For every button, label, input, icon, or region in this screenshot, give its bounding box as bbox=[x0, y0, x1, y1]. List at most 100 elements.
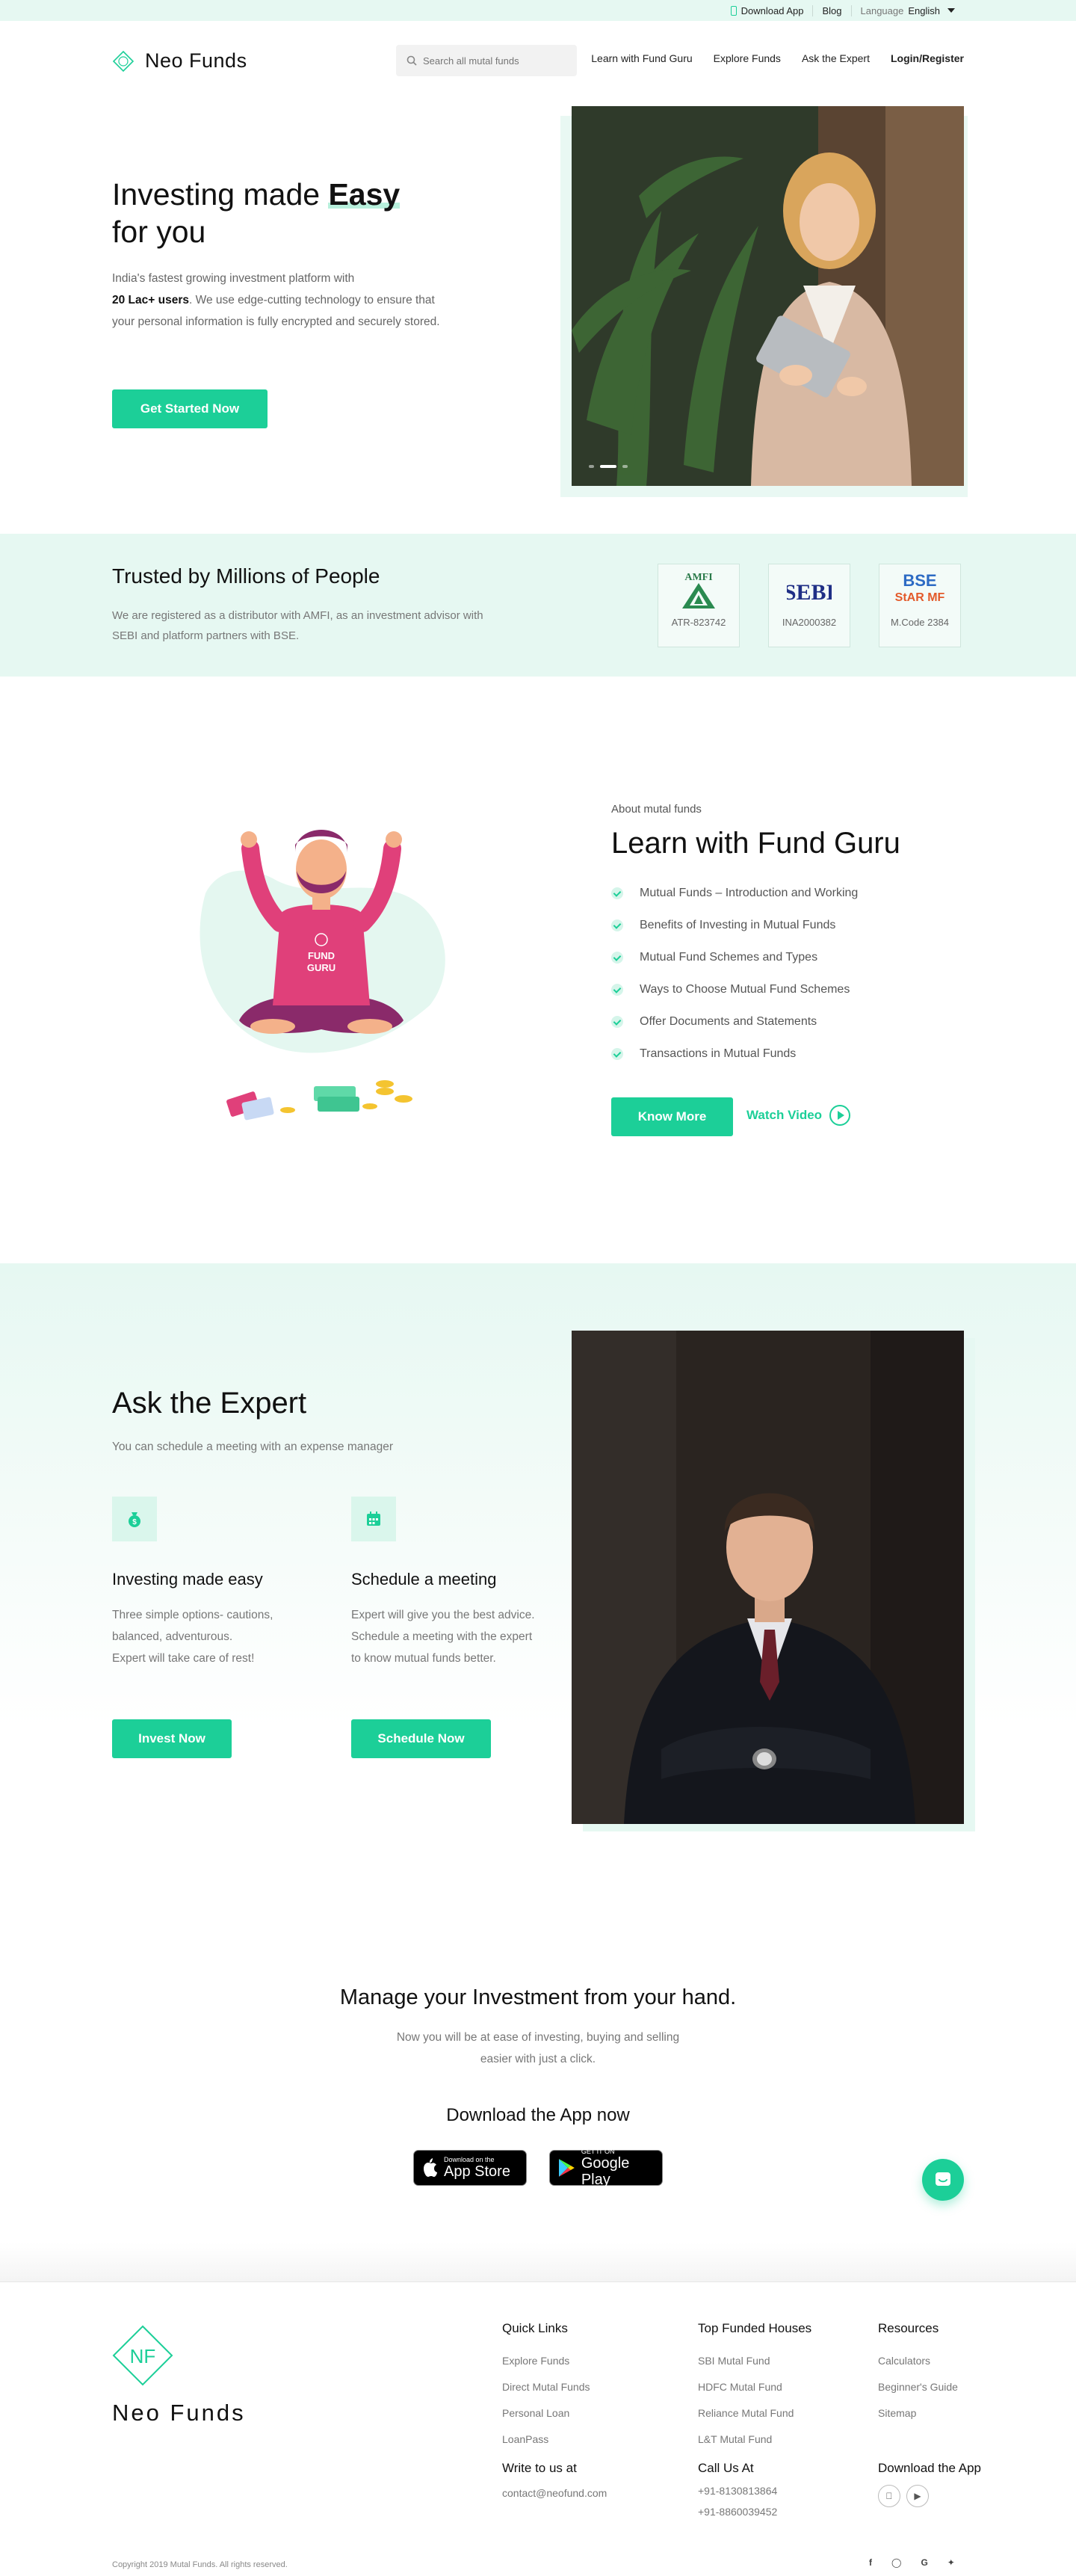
sebi-logo-icon: SEBI bbox=[787, 580, 832, 605]
expert-subtitle: You can schedule a meeting with an expen… bbox=[112, 1440, 393, 1453]
instagram-icon[interactable]: ◯ bbox=[891, 2557, 901, 2568]
watch-video-button[interactable]: Watch Video bbox=[746, 1105, 851, 1126]
footer-link[interactable]: Direct Mutal Funds bbox=[502, 2374, 590, 2400]
search-input[interactable] bbox=[423, 55, 565, 67]
amfi-logo-icon: AMFI bbox=[682, 572, 715, 608]
trusted-title: Trusted by Millions of People bbox=[112, 564, 380, 588]
hero-title: Investing made Easy for you bbox=[112, 177, 401, 249]
nav-learn-fund-guru[interactable]: Learn with Fund Guru bbox=[591, 52, 692, 64]
footer-phone-link[interactable]: +91-8130813864 bbox=[698, 2480, 777, 2501]
footer-divider-band bbox=[0, 2243, 1076, 2281]
svg-text:FUND: FUND bbox=[308, 950, 335, 961]
sebi-badge: SEBI INA2000382 bbox=[768, 564, 850, 647]
nav-login-register[interactable]: Login/Register bbox=[891, 52, 964, 64]
chat-icon bbox=[936, 2172, 950, 2186]
svg-text:NF: NF bbox=[130, 2345, 156, 2367]
guru-title: Learn with Fund Guru bbox=[611, 827, 900, 860]
site-header: Neo Funds Learn with Fund Guru Explore F… bbox=[0, 21, 1076, 103]
search-box[interactable] bbox=[396, 45, 577, 76]
carousel-dot-active[interactable] bbox=[600, 465, 616, 468]
facebook-icon[interactable]: f bbox=[869, 2557, 872, 2568]
footer-link[interactable]: Reliance Mutal Fund bbox=[698, 2400, 811, 2426]
footer-link[interactable]: LoanPass bbox=[502, 2426, 590, 2453]
money-bag-icon: $ bbox=[129, 1512, 140, 1527]
carousel-dot[interactable] bbox=[622, 465, 628, 468]
get-started-button[interactable]: Get Started Now bbox=[112, 389, 268, 428]
check-icon bbox=[611, 887, 623, 899]
list-item[interactable]: Transactions in Mutual Funds bbox=[611, 1038, 858, 1070]
calendar-icon-box bbox=[351, 1497, 396, 1541]
footer-link[interactable]: Explore Funds bbox=[502, 2348, 590, 2374]
google-icon[interactable]: G bbox=[921, 2557, 927, 2568]
footer-link[interactable]: Beginner's Guide bbox=[878, 2374, 958, 2400]
footer-link[interactable]: Calculators bbox=[878, 2348, 958, 2374]
footer-link[interactable]: Personal Loan bbox=[502, 2400, 590, 2426]
brand-name: Neo Funds bbox=[145, 49, 247, 72]
check-icon bbox=[611, 951, 623, 964]
brand-logo[interactable]: Neo Funds bbox=[112, 49, 247, 73]
twitter-icon[interactable]: ✦ bbox=[947, 2557, 955, 2568]
apple-icon[interactable]:  bbox=[878, 2485, 900, 2507]
footer-link[interactable]: Sitemap bbox=[878, 2400, 958, 2426]
footer-resources: Resources Calculators Beginner's Guide S… bbox=[878, 2321, 958, 2426]
know-more-button[interactable]: Know More bbox=[611, 1097, 733, 1136]
feature-schedule-title: Schedule a meeting bbox=[351, 1570, 497, 1589]
footer-email-link[interactable]: contact@neofund.com bbox=[502, 2480, 607, 2506]
download-app-link[interactable]: Download App bbox=[722, 4, 814, 16]
hero-description: India's fastest growing investment platf… bbox=[112, 272, 440, 328]
schedule-now-button[interactable]: Schedule Now bbox=[351, 1719, 491, 1758]
app-section-title: Manage your Investment from your hand. bbox=[339, 1985, 737, 2009]
google-play-button[interactable]: GET IT ON Google Play bbox=[549, 2148, 663, 2188]
list-item[interactable]: Ways to Choose Mutual Fund Schemes bbox=[611, 973, 858, 1005]
trusted-section: Trusted by Millions of People We are reg… bbox=[0, 534, 1076, 677]
language-selector[interactable]: Language English bbox=[852, 5, 964, 16]
apple-icon bbox=[424, 2158, 437, 2177]
list-item[interactable]: Offer Documents and Statements bbox=[611, 1005, 858, 1038]
list-item[interactable]: Mutual Funds – Introduction and Working bbox=[611, 877, 858, 909]
footer-link[interactable]: HDFC Mutal Fund bbox=[698, 2374, 811, 2400]
main-nav: Learn with Fund Guru Explore Funds Ask t… bbox=[591, 52, 964, 64]
check-icon bbox=[611, 1015, 623, 1028]
carousel-dot[interactable] bbox=[589, 465, 594, 468]
play-icon bbox=[829, 1105, 851, 1126]
bse-badge: BSE StAR MF M.Code 2384 bbox=[879, 564, 961, 647]
nav-ask-expert[interactable]: Ask the Expert bbox=[802, 52, 870, 64]
bse-code: M.Code 2384 bbox=[890, 617, 950, 628]
google-play-icon[interactable]: ▶ bbox=[906, 2485, 929, 2507]
check-icon bbox=[611, 919, 623, 931]
blog-link[interactable]: Blog bbox=[813, 4, 852, 16]
check-icon bbox=[611, 983, 623, 996]
calendar-icon bbox=[367, 1512, 380, 1526]
chevron-down-icon bbox=[947, 8, 955, 13]
footer-link[interactable]: SBI Mutal Fund bbox=[698, 2348, 811, 2374]
footer-logo[interactable]: NF bbox=[112, 2325, 173, 2390]
svg-text:$: $ bbox=[132, 1518, 137, 1526]
footer-link[interactable]: L&T Mutal Fund bbox=[698, 2426, 811, 2453]
chat-support-button[interactable] bbox=[922, 2159, 964, 2201]
svg-text:BSE: BSE bbox=[903, 571, 936, 590]
check-icon bbox=[611, 1047, 623, 1060]
google-play-icon bbox=[558, 2159, 575, 2177]
feature-investing-desc: Three simple options- cautions, balanced… bbox=[112, 1609, 273, 1665]
hero-title-emphasis: Easy bbox=[328, 177, 401, 212]
expert-photo-illustration bbox=[572, 1331, 964, 1824]
footer-write-to-us: Write to us at contact@neofund.com bbox=[502, 2461, 607, 2506]
amfi-code: ATR-823742 bbox=[671, 617, 726, 628]
neo-funds-logo-icon bbox=[112, 50, 134, 72]
trusted-description: We are registered as a distributor with … bbox=[112, 609, 483, 642]
svg-text:AMFI: AMFI bbox=[684, 572, 712, 583]
footer-phone-link[interactable]: +91-8860039452 bbox=[698, 2501, 777, 2522]
nav-explore-funds[interactable]: Explore Funds bbox=[714, 52, 781, 64]
guru-topic-list: Mutual Funds – Introduction and Working … bbox=[611, 877, 858, 1070]
list-item[interactable]: Mutual Fund Schemes and Types bbox=[611, 941, 858, 973]
invest-now-button[interactable]: Invest Now bbox=[112, 1719, 232, 1758]
amfi-badge: AMFI ATR-823742 bbox=[658, 564, 740, 647]
expert-photo-man-suit bbox=[572, 1331, 964, 1824]
list-item[interactable]: Benefits of Investing in Mutual Funds bbox=[611, 909, 858, 941]
bse-star-mf-logo-icon: BSE StAR MF bbox=[895, 571, 945, 604]
search-icon bbox=[406, 55, 417, 66]
app-store-button[interactable]: Download on the App Store bbox=[413, 2150, 527, 2186]
hero-photo-illustration bbox=[572, 106, 964, 486]
meditating-guru-illustration: FUND GURU bbox=[200, 830, 445, 1121]
svg-text:StAR MF: StAR MF bbox=[895, 591, 945, 604]
